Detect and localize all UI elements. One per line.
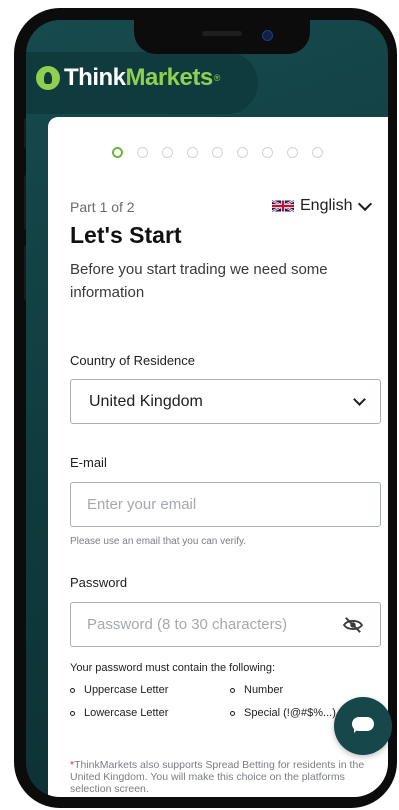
password-field[interactable]: Password (8 to 30 characters) (70, 602, 381, 647)
email-label: E-mail (70, 455, 107, 470)
uk-flag-icon (272, 199, 294, 213)
page-title: Let's Start (70, 222, 182, 248)
intro-text: Before you start trading we need some in… (70, 261, 328, 301)
logo-markets-text: Markets (125, 64, 214, 91)
logo-think-text: Think (64, 64, 126, 91)
password-label: Password (70, 575, 128, 590)
bullet-icon (70, 710, 75, 716)
speaker (202, 31, 242, 36)
signup-card: Part 1 of 2 English Let's Start Before y… (48, 117, 388, 797)
email-help-text: Please use an email that you can verify. (70, 536, 247, 547)
note-text: ThinkMarkets also supports Spread Bettin… (70, 759, 365, 795)
requirement-item: Number (230, 684, 283, 696)
progress-step (262, 147, 273, 158)
screen: Think Markets ® Part 1 of 2 English Let'… (26, 20, 388, 797)
progress-steps (112, 147, 323, 158)
eye-off-icon[interactable] (342, 616, 364, 634)
bullet-icon (70, 687, 75, 693)
requirement-text: Lowercase Letter (84, 707, 169, 719)
progress-step (137, 147, 148, 158)
progress-step-current (112, 147, 123, 158)
logo-mark-icon (36, 66, 60, 90)
bullet-icon (230, 710, 235, 716)
requirement-text: Uppercase Letter (84, 684, 169, 696)
country-label: Country of Residence (70, 353, 196, 368)
notch (134, 20, 310, 54)
country-select[interactable]: United Kingdom (70, 379, 381, 424)
bullet-icon (230, 687, 235, 693)
part-indicator: Part 1 of 2 (70, 199, 135, 215)
requirement-text: Special (!@#$%...) (244, 707, 336, 719)
requirement-item: Lowercase Letter (70, 707, 168, 719)
requirement-item: Uppercase Letter (70, 684, 168, 696)
country-value: United Kingdom (89, 393, 203, 410)
email-placeholder: Enter your email (87, 496, 197, 513)
requirement-text: Number (244, 684, 284, 696)
password-placeholder: Password (8 to 30 characters) (87, 616, 288, 633)
chevron-down-icon (353, 393, 366, 406)
progress-step (187, 147, 198, 158)
requirement-item: Special (!@#$%...) (230, 707, 336, 719)
language-label: English (300, 197, 353, 214)
camera-icon (262, 30, 273, 41)
chat-button[interactable] (334, 697, 392, 755)
progress-step (287, 147, 298, 158)
password-requirements-title: Your password must contain the following… (70, 662, 276, 674)
email-field[interactable]: Enter your email (70, 482, 381, 527)
progress-step (162, 147, 173, 158)
language-selector[interactable]: English (272, 196, 373, 215)
progress-step (212, 147, 223, 158)
brand-logo: Think Markets ® (36, 64, 220, 92)
logo-registered-mark: ® (213, 73, 221, 83)
progress-step (237, 147, 248, 158)
progress-step (312, 147, 323, 158)
chevron-down-icon (358, 196, 373, 212)
chat-bubble-tail (354, 727, 360, 733)
spread-betting-note: *ThinkMarkets also supports Spread Betti… (70, 759, 370, 795)
